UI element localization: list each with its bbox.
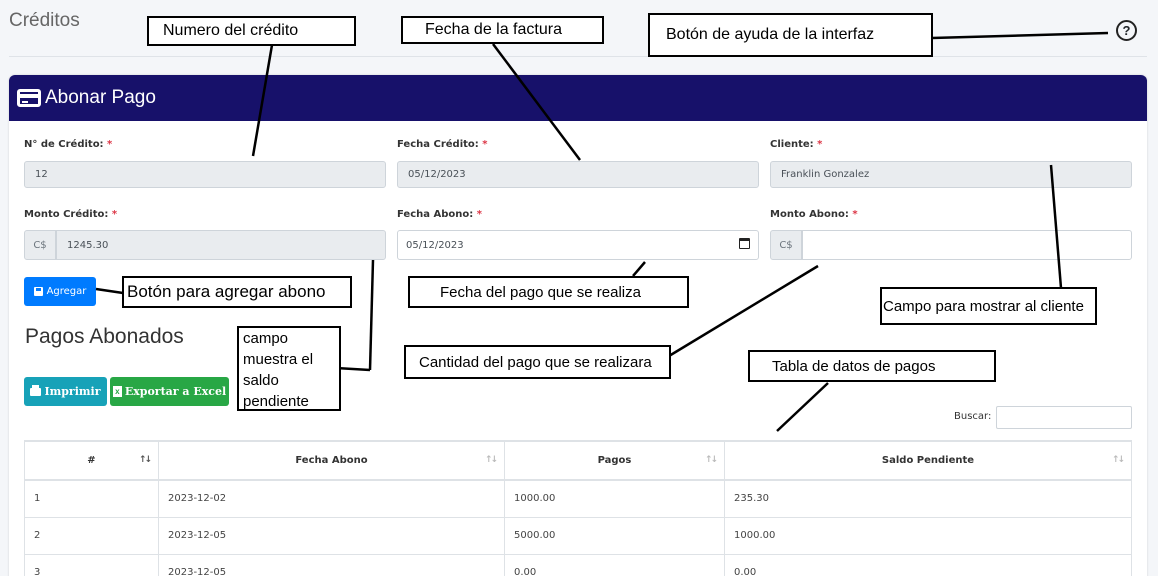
annotation-pending-balance: campo muestra el saldo pendiente xyxy=(237,326,341,411)
annotation-credit-number: Numero del crédito xyxy=(147,16,356,46)
annotation-payments-table: Tabla de datos de pagos xyxy=(748,350,996,382)
annotation-invoice-date: Fecha de la factura xyxy=(401,16,604,44)
annotation-payment-date: Fecha del pago que se realiza xyxy=(408,276,689,308)
annotation-help-button: Botón de ayuda de la interfaz xyxy=(648,13,933,57)
annotation-client-field: Campo para mostrar al cliente xyxy=(880,287,1097,325)
annotation-payment-amount: Cantidad del pago que se realizara xyxy=(404,345,671,379)
annotation-add-button: Botón para agregar abono xyxy=(122,276,352,308)
